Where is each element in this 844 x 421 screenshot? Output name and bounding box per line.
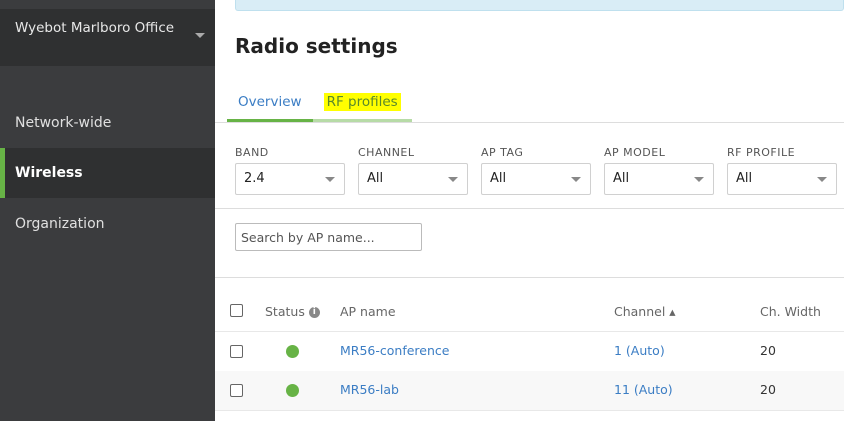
row-checkbox[interactable]: [230, 384, 243, 397]
filter-channel: CHANNEL All: [358, 146, 468, 195]
select-value: All: [367, 171, 384, 186]
search-input[interactable]: [235, 223, 422, 251]
channel-width: 20: [760, 382, 776, 397]
band-select[interactable]: 2.4: [235, 163, 345, 195]
filter-label: AP MODEL: [604, 146, 666, 159]
channel-link[interactable]: 11 (Auto): [614, 382, 673, 398]
filter-label: CHANNEL: [358, 146, 415, 159]
filter-band: BAND 2.4: [235, 146, 345, 195]
select-value: All: [613, 171, 630, 186]
filter-ap-model: AP MODEL All: [604, 146, 714, 195]
chevron-down-icon: [571, 177, 581, 182]
column-header-status[interactable]: Status i: [265, 304, 320, 320]
chevron-down-icon: [694, 177, 704, 182]
select-all-checkbox[interactable]: [230, 304, 243, 317]
main-content: Radio settings Overview RF profiles BAND…: [215, 0, 844, 421]
info-icon[interactable]: i: [308, 307, 320, 318]
filter-label: RF PROFILE: [727, 146, 796, 159]
column-header-ap-name[interactable]: AP name: [340, 304, 396, 320]
sidebar-item-wireless[interactable]: Wireless: [0, 148, 215, 198]
channel-width: 20: [760, 343, 776, 358]
info-banner: [235, 0, 844, 11]
select-value: All: [490, 171, 507, 186]
tab-rf-profiles[interactable]: RF profiles: [312, 88, 412, 122]
tab-overview[interactable]: Overview: [227, 88, 313, 122]
page-title: Radio settings: [235, 34, 398, 58]
divider: [215, 122, 844, 123]
column-header-ch-width[interactable]: Ch. Width: [760, 304, 821, 320]
filter-rf-profile: RF PROFILE All: [727, 146, 837, 195]
divider: [215, 331, 844, 332]
divider: [215, 410, 844, 411]
rf-profile-select[interactable]: All: [727, 163, 837, 195]
status-online-icon: [286, 384, 299, 397]
sidebar-item-organization[interactable]: Organization: [0, 199, 215, 249]
sidebar-item-network-wide[interactable]: Network-wide: [0, 98, 215, 148]
filter-label: AP TAG: [481, 146, 524, 159]
divider: [215, 277, 844, 278]
chevron-down-icon: [448, 177, 458, 182]
table-row: [215, 371, 844, 410]
org-selector[interactable]: Wyebot Marlboro Office: [0, 9, 215, 66]
sidebar: Wyebot Marlboro Office Network-wide Wire…: [0, 0, 215, 421]
sidebar-top: [0, 0, 215, 9]
ap-model-select[interactable]: All: [604, 163, 714, 195]
ap-name-link[interactable]: MR56-lab: [340, 382, 399, 398]
chevron-down-icon: [195, 33, 205, 38]
channel-link[interactable]: 1 (Auto): [614, 343, 665, 359]
chevron-down-icon: [325, 177, 335, 182]
ap-name-link[interactable]: MR56-conference: [340, 343, 449, 359]
divider: [215, 208, 844, 209]
tabs: Overview RF profiles: [227, 88, 412, 122]
channel-select[interactable]: All: [358, 163, 468, 195]
ap-tag-select[interactable]: All: [481, 163, 591, 195]
select-value: All: [736, 171, 753, 186]
org-name: Wyebot Marlboro Office: [15, 20, 175, 36]
chevron-down-icon: [817, 177, 827, 182]
row-checkbox[interactable]: [230, 345, 243, 358]
filter-label: BAND: [235, 146, 269, 159]
select-value: 2.4: [244, 171, 265, 186]
column-header-channel[interactable]: Channel ▴: [614, 304, 676, 320]
tab-rf-profiles-label: RF profiles: [323, 93, 401, 111]
status-online-icon: [286, 345, 299, 358]
column-label: Status: [265, 304, 305, 319]
filter-ap-tag: AP TAG All: [481, 146, 591, 195]
